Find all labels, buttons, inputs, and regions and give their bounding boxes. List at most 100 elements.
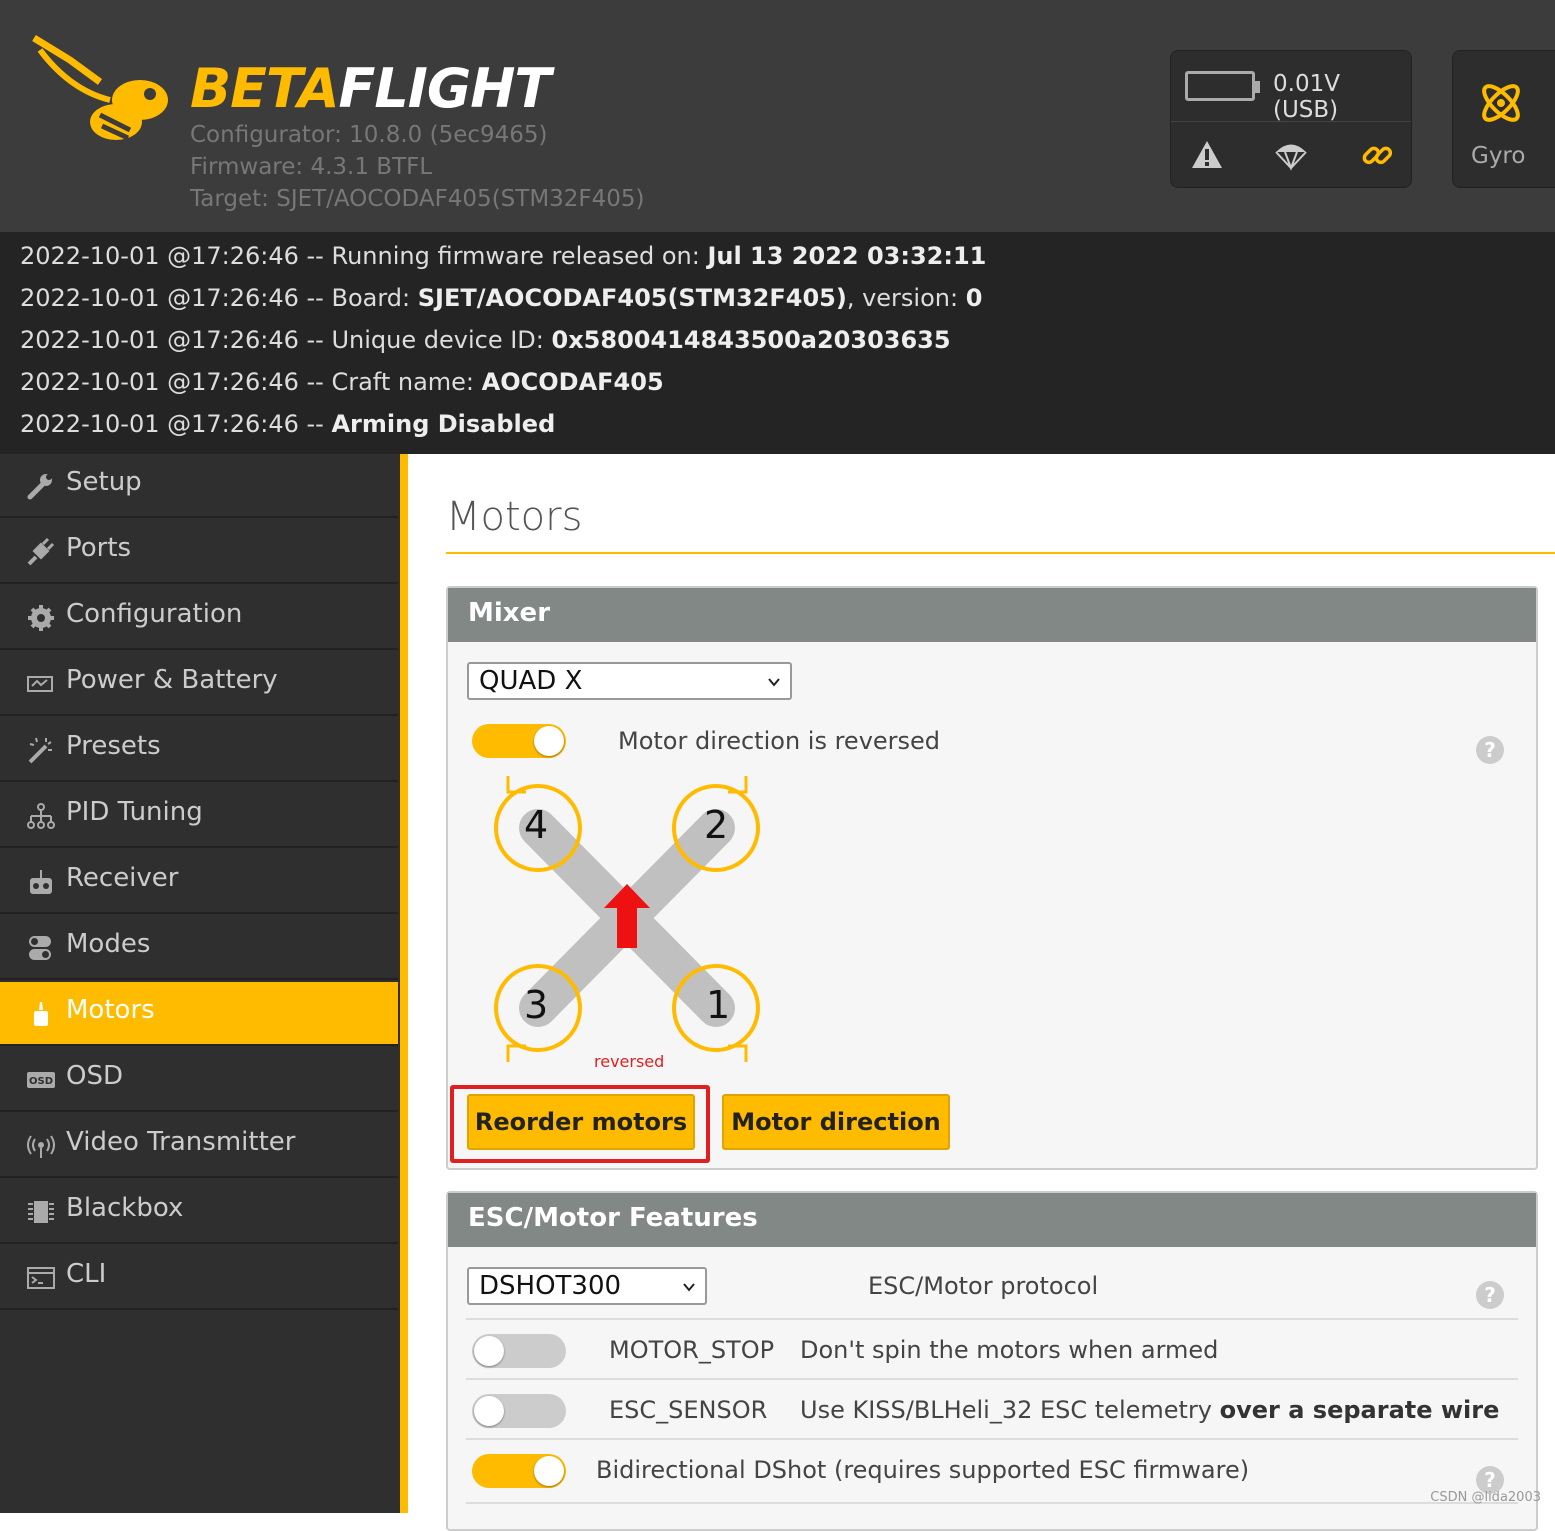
row-divider — [466, 1378, 1518, 1380]
sidebar-item-power-battery[interactable]: Power & Battery — [0, 652, 398, 716]
reversed-caption: reversed — [594, 1052, 665, 1071]
motor-direction-button[interactable]: Motor direction — [722, 1094, 950, 1150]
gyro-sensor-indicator: Gyro — [1452, 50, 1555, 188]
help-icon[interactable]: ? — [1476, 736, 1504, 764]
log-console: 2022-10-01 @17:26:46 -- Running firmware… — [0, 232, 1555, 454]
sidebar-item-receiver[interactable]: Receiver — [0, 850, 398, 914]
sidebar-item-label: Blackbox — [66, 1193, 184, 1223]
sidebar-item-blackbox[interactable]: Blackbox — [0, 1180, 398, 1244]
battery-icon — [1185, 71, 1260, 101]
motor-direction-reversed-toggle[interactable] — [472, 724, 566, 758]
motor-stop-description: Don't spin the motors when armed — [800, 1336, 1219, 1364]
motor-number-2: 2 — [704, 803, 729, 847]
mixer-heading: Mixer — [468, 598, 551, 628]
antenna-icon — [27, 1135, 55, 1158]
parachute-icon — [1275, 144, 1307, 171]
svg-text:OSD: OSD — [29, 1076, 53, 1087]
row-divider — [466, 1438, 1518, 1440]
esc-sensor-name: ESC_SENSOR — [609, 1396, 768, 1424]
help-icon[interactable]: ? — [1476, 1281, 1504, 1309]
motor-stop-toggle[interactable] — [472, 1334, 566, 1368]
wand-icon — [28, 737, 52, 764]
bidirectional-dshot-label: Bidirectional DShot (requires supported … — [596, 1456, 1250, 1484]
sidebar-item-label: Configuration — [66, 599, 243, 629]
sidebar-item-label: Presets — [66, 731, 161, 761]
mixer-select[interactable]: QUAD X — [467, 662, 792, 700]
blackbox-icon — [28, 1201, 54, 1223]
esc-protocol-value: DSHOT300 — [479, 1271, 622, 1301]
sidebar-item-cli[interactable]: CLI — [0, 1246, 398, 1310]
sidebar-item-ports[interactable]: Ports — [0, 520, 398, 584]
esc-heading: ESC/Motor Features — [468, 1203, 758, 1233]
motor-direction-reversed-label: Motor direction is reversed — [618, 727, 941, 755]
gear-icon — [28, 605, 54, 631]
motor-number-4: 4 — [524, 803, 549, 847]
sidebar-item-presets[interactable]: Presets — [0, 718, 398, 782]
battery-icon — [27, 676, 53, 692]
sidebar-item-label: Video Transmitter — [66, 1127, 296, 1157]
sidebar-item-label: OSD — [66, 1061, 123, 1091]
esc-protocol-label: ESC/Motor protocol — [868, 1272, 1099, 1300]
esc-sensor-toggle[interactable] — [472, 1394, 566, 1428]
sidebar-item-label: Setup — [66, 467, 142, 497]
reorder-motors-button[interactable]: Reorder motors — [467, 1094, 695, 1150]
sidebar-item-label: Receiver — [66, 863, 179, 893]
sidebar-item-pid-tuning[interactable]: PID Tuning — [0, 784, 398, 848]
brand-left: BETA — [190, 57, 339, 120]
terminal-icon — [27, 1267, 55, 1289]
log-line: 2022-10-01 @17:26:46 -- Craft name: AOCO… — [20, 368, 664, 396]
osd-icon: OSD — [27, 1072, 55, 1088]
link-icon[interactable] — [1359, 137, 1395, 173]
gyro-atom-icon — [1482, 84, 1520, 122]
sidebar-item-label: Motors — [66, 995, 155, 1025]
motor-number-3: 3 — [524, 983, 549, 1027]
sidebar-item-video-transmitter[interactable]: Video Transmitter — [0, 1114, 398, 1178]
row-divider — [466, 1318, 1518, 1320]
sidebar-item-label: Power & Battery — [66, 665, 278, 695]
sidebar-item-configuration[interactable]: Configuration — [0, 586, 398, 650]
sidebar-item-label: Ports — [66, 533, 132, 563]
toggles-icon — [29, 936, 51, 960]
sidebar-nav: Setup Ports Configuration Power & Batter… — [0, 454, 400, 1513]
motor-stop-name: MOTOR_STOP — [609, 1336, 775, 1364]
brand-right: FLIGHT — [338, 57, 551, 120]
warning-icon — [1192, 141, 1222, 168]
sidebar-accent-border — [400, 454, 408, 1513]
plug-icon — [27, 538, 55, 566]
chevron-down-icon — [683, 1283, 695, 1292]
voltage-readout: 0.01V (USB) — [1273, 71, 1340, 123]
esc-panel-header: ESC/Motor Features — [448, 1193, 1536, 1247]
watermark: CSDN @lida2003 — [1430, 1490, 1541, 1505]
log-line: 2022-10-01 @17:26:46 -- Arming Disabled — [20, 410, 556, 438]
target-board: Target: SJET/AOCODAF405(STM32F405) — [190, 186, 645, 212]
sidebar-item-label: PID Tuning — [66, 797, 203, 827]
chevron-down-icon — [768, 678, 780, 687]
configurator-version: Configurator: 10.8.0 (5ec9465) — [190, 122, 548, 148]
sidebar-item-motors[interactable]: Motors — [0, 982, 398, 1046]
motor-number-1: 1 — [706, 983, 731, 1027]
row-divider — [466, 1502, 1518, 1504]
log-line: 2022-10-01 @17:26:46 -- Unique device ID… — [20, 326, 951, 354]
remote-icon — [30, 870, 52, 894]
mixer-select-value: QUAD X — [479, 666, 583, 696]
sidebar-item-setup[interactable]: Setup — [0, 454, 398, 518]
bidirectional-dshot-toggle[interactable] — [472, 1454, 566, 1488]
log-line: 2022-10-01 @17:26:46 -- Board: SJET/AOCO… — [20, 284, 983, 312]
brand-wordmark: BETAFLIGHT — [190, 62, 551, 116]
status-panel: 0.01V (USB) — [1170, 50, 1412, 188]
motor-icon — [34, 1002, 48, 1026]
firmware-version: Firmware: 4.3.1 BTFL — [190, 154, 433, 180]
sliders-icon — [27, 803, 55, 829]
title-divider — [446, 552, 1555, 554]
log-line: 2022-10-01 @17:26:46 -- Running firmware… — [20, 242, 987, 270]
wrench-icon — [27, 474, 52, 500]
sidebar-item-label: Modes — [66, 929, 151, 959]
esc-sensor-description: Use KISS/BLHeli_32 ESC telemetry over a … — [800, 1396, 1500, 1424]
sidebar-item-label: CLI — [66, 1259, 107, 1289]
esc-protocol-select[interactable]: DSHOT300 — [467, 1267, 707, 1305]
app-header: BETAFLIGHT Configurator: 10.8.0 (5ec9465… — [0, 0, 1555, 232]
sidebar-item-modes[interactable]: Modes — [0, 916, 398, 980]
page-title: Motors — [446, 494, 583, 540]
sidebar-item-osd[interactable]: OSD OSD — [0, 1048, 398, 1112]
gyro-label: Gyro — [1471, 143, 1526, 169]
